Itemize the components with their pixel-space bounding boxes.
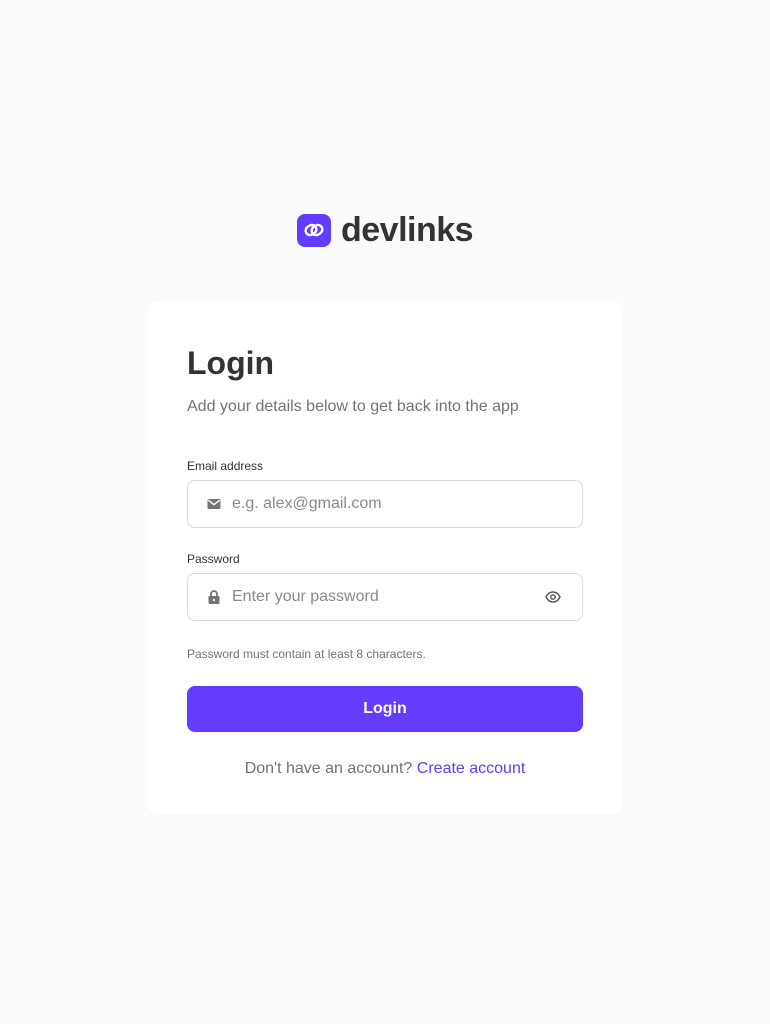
page-subtitle: Add your details below to get back into … bbox=[187, 398, 519, 415]
envelope-icon bbox=[206, 496, 222, 512]
brand-name: devlinks bbox=[341, 211, 474, 249]
signup-row: Don't have an account? Create account bbox=[187, 757, 583, 781]
signup-prompt: Don't have an account? bbox=[244, 760, 413, 777]
link-icon bbox=[297, 213, 331, 247]
email-field-wrapper bbox=[187, 480, 583, 528]
page-title: Login bbox=[187, 345, 275, 381]
email-label: Email address bbox=[187, 459, 264, 473]
eye-icon[interactable] bbox=[544, 588, 562, 606]
email-input[interactable] bbox=[188, 481, 582, 527]
brand-logo: devlinks bbox=[297, 211, 474, 249]
login-button[interactable]: Login bbox=[187, 686, 583, 732]
password-input[interactable] bbox=[188, 574, 582, 620]
password-label: Password bbox=[187, 552, 240, 566]
lock-icon bbox=[206, 589, 222, 605]
password-hint: Password must contain at least 8 charact… bbox=[187, 647, 426, 661]
password-field-wrapper bbox=[187, 573, 583, 621]
create-account-link[interactable]: Create account bbox=[417, 760, 526, 777]
login-card: Login Add your details below to get back… bbox=[147, 301, 623, 814]
